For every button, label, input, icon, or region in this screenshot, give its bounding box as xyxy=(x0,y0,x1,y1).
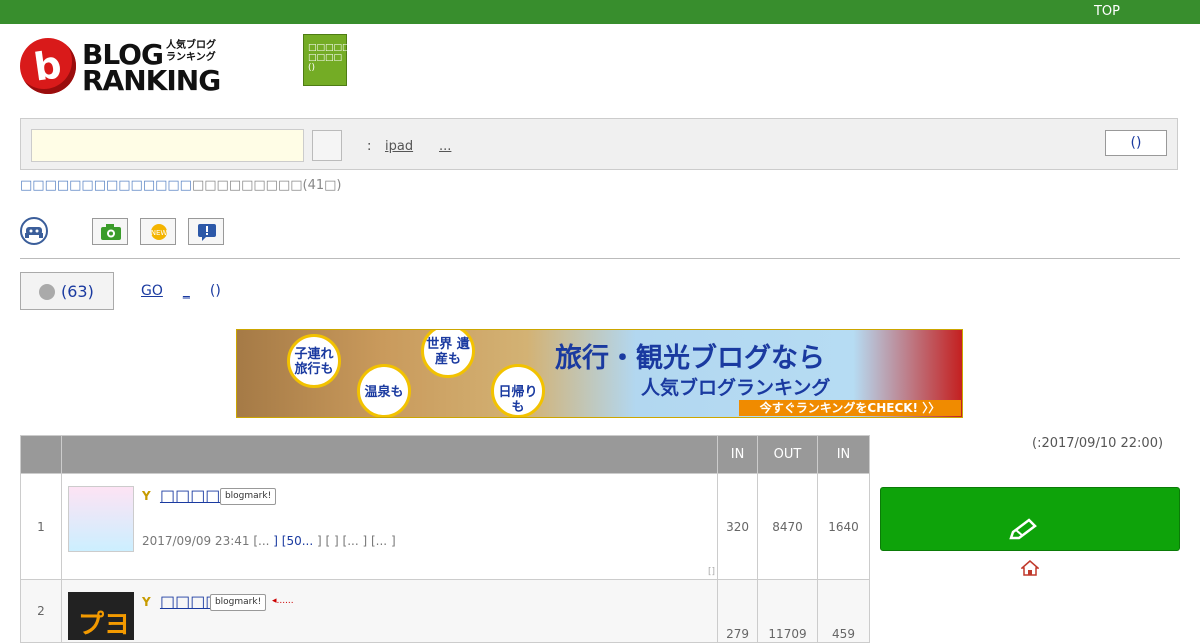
table-header: IN OUT IN xyxy=(20,435,870,474)
logo-mark-icon: b xyxy=(20,38,76,94)
blog-thumbnail[interactable]: プヨ xyxy=(67,592,134,640)
vote-icon xyxy=(39,284,55,300)
search-bar: : ipad ... () xyxy=(20,118,1178,170)
camera-icon[interactable] xyxy=(92,218,128,245)
search-option-button[interactable]: () xyxy=(1105,130,1167,156)
in-total: 1640 xyxy=(817,473,870,580)
banner-bubble-heritage: 世界 遺産も xyxy=(421,330,475,378)
header-in-total: IN xyxy=(817,435,870,474)
rank-number: 1 xyxy=(20,473,62,580)
vote-count: (63) xyxy=(61,282,94,301)
entry-meta: 2017/09/09 23:41 [... ] [50... ] [ ] [..… xyxy=(141,534,396,548)
search-input[interactable] xyxy=(31,129,304,162)
game-icon[interactable] xyxy=(20,217,48,245)
trophy-icon: Y xyxy=(141,595,151,609)
blogmark-button[interactable]: blogmark! xyxy=(209,594,267,611)
breadcrumb-count: (41□) xyxy=(302,178,342,193)
pencil-icon xyxy=(1009,518,1037,540)
logo-word-ranking: RANKING xyxy=(82,64,221,97)
update-timestamp: (:2017/09/10 22:00) xyxy=(1032,436,1164,451)
breadcrumb: □□□□□□□□□□□□□□□□□□□□□□□(41□) xyxy=(20,178,341,193)
out-count: 11709 xyxy=(757,579,818,643)
green-category-button[interactable]: □□□□□ □□□□ () xyxy=(303,34,351,86)
new-badge-icon[interactable]: NEW xyxy=(140,218,176,245)
banner-subtitle: 人気ブログランキング xyxy=(641,377,831,399)
divider xyxy=(20,258,1180,259)
underscore-link[interactable]: _ xyxy=(183,283,190,299)
breadcrumb-current: □□□□□□□□□ xyxy=(191,178,303,193)
top-bar: TOP xyxy=(0,0,1200,24)
top-link[interactable]: TOP xyxy=(1094,4,1120,19)
out-count: 8470 xyxy=(757,473,818,580)
home-icon[interactable] xyxy=(1020,560,1040,580)
blog-cell: Y □□□□□□ blogmark! 2017/09/09 23:41 [...… xyxy=(60,473,719,580)
svg-text:NEW: NEW xyxy=(151,229,168,237)
go-link[interactable]: GO xyxy=(141,283,163,299)
banner-cta: 今すぐランキングをCHECK! 〉〉 xyxy=(739,400,961,416)
blog-ranking-logo[interactable]: b BLOG RANKING 人気ブログ ランキング xyxy=(20,36,225,98)
rank-number: 2 xyxy=(20,579,62,643)
header-rank xyxy=(20,435,62,474)
trophy-icon: Y xyxy=(141,489,151,503)
paren-link[interactable]: () xyxy=(210,283,221,299)
travel-ad-banner[interactable]: 子連れ 旅行も 温泉も 世界 遺産も 日帰りも 旅行・観光ブログなら 人気ブログ… xyxy=(236,329,963,418)
navigation-links: GO _ () xyxy=(141,283,241,299)
arrow-mark: ◂...... xyxy=(271,596,294,606)
register-button[interactable] xyxy=(880,487,1180,551)
keyword-colon: : xyxy=(367,139,372,154)
keyword-link-ipad[interactable]: ipad xyxy=(385,139,413,154)
notice-icon[interactable] xyxy=(188,218,224,245)
in-count: 320 xyxy=(717,473,759,580)
blog-thumbnail[interactable] xyxy=(67,486,134,552)
banner-bubble-family: 子連れ 旅行も xyxy=(287,334,341,388)
header-blog xyxy=(60,435,719,474)
table-row: 2 プヨ Y □□□□□ blogmark! ◂...... 279 11709… xyxy=(20,579,870,643)
vote-button[interactable]: (63) xyxy=(20,272,114,310)
corner-mark: [] xyxy=(708,567,716,577)
ranking-table: IN OUT IN 1 Y □□□□□□ blogmark! 2017/09/0… xyxy=(20,435,870,643)
in-total: 459 xyxy=(817,579,870,643)
breadcrumb-links[interactable]: □□□□□□□□□□□□□□ xyxy=(20,178,192,193)
entry-link[interactable]: ] [50... xyxy=(273,534,313,548)
in-count: 279 xyxy=(717,579,759,643)
banner-bubble-daytrip: 日帰りも xyxy=(491,364,545,417)
logo-subtitle: 人気ブログ ランキング xyxy=(166,40,216,63)
blog-cell: プヨ Y □□□□□ blogmark! ◂...... xyxy=(60,579,719,643)
banner-bubble-onsen: 温泉も xyxy=(357,364,411,417)
header-in: IN xyxy=(717,435,759,474)
blogmark-button[interactable]: blogmark! xyxy=(219,488,277,505)
table-row: 1 Y □□□□□□ blogmark! 2017/09/09 23:41 [.… xyxy=(20,473,870,580)
search-button[interactable] xyxy=(312,130,342,161)
keyword-link-more[interactable]: ... xyxy=(439,139,451,154)
banner-title: 旅行・観光ブログなら xyxy=(555,343,825,374)
header-out: OUT xyxy=(757,435,818,474)
